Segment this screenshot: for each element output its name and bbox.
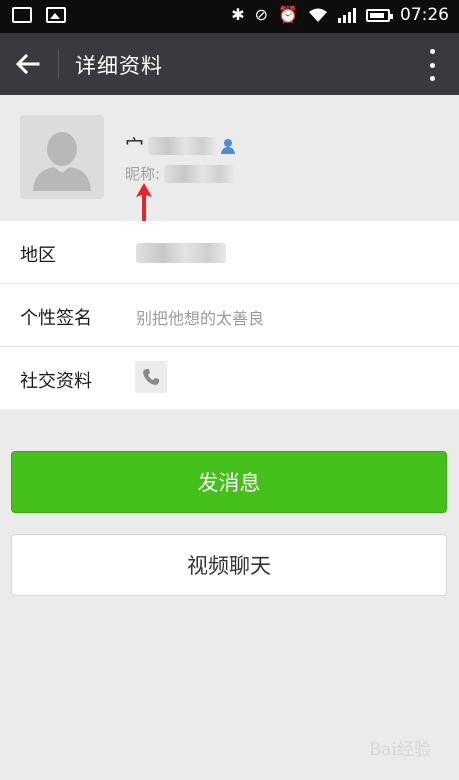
nickname-label: 昵称:: [125, 165, 161, 183]
name-blur: [148, 136, 217, 155]
list-item-signature: 个性签名 别把他想的太善良: [0, 284, 459, 347]
watermark: Bai经验: [368, 740, 431, 760]
signature-value: 别把他想的太善良: [136, 309, 265, 328]
alarm-icon: ⏰: [278, 5, 298, 24]
profile-header: 宀 昵称:: [0, 95, 459, 229]
info-list: 地区 个性签名 别把他想的太善良 社交资料: [0, 221, 459, 409]
social-label: 社交资料: [20, 371, 92, 392]
back-button[interactable]: [12, 47, 44, 81]
page-title: 详细资料: [75, 54, 163, 78]
avatar[interactable]: [20, 115, 104, 199]
more-button[interactable]: [427, 49, 437, 81]
region-label: 地区: [20, 245, 56, 266]
send-message-button[interactable]: 发消息: [11, 451, 447, 513]
list-item-region: 地区: [0, 221, 459, 284]
status-time: 07:26: [400, 5, 449, 25]
battery-icon: [366, 8, 393, 22]
user-placeholder-icon: [20, 115, 104, 199]
image-icon: [46, 7, 66, 23]
nickname: 昵称:: [125, 163, 235, 184]
bluetooth-icon: ✱: [231, 5, 245, 24]
list-item-social[interactable]: 社交资料: [0, 347, 459, 409]
video-chat-button[interactable]: 视频聊天: [11, 534, 447, 596]
phone-handset-icon: [143, 369, 159, 385]
region-value-blur: [136, 243, 226, 263]
app-bar: 详细资料: [0, 33, 459, 95]
display-name-text: 宀: [125, 136, 145, 158]
display-name: 宀: [125, 132, 236, 159]
signature-label: 个性签名: [20, 308, 92, 329]
notification-icon: [12, 7, 32, 23]
arrow-left-icon: [15, 53, 40, 75]
status-bar: ✱ ⊘ ⏰ 07:26: [0, 0, 459, 33]
signal-icon: [338, 7, 356, 23]
contact-person-icon: [221, 138, 236, 154]
wifi-icon: [309, 8, 327, 22]
more-vertical-icon: [429, 49, 435, 54]
phone-icon[interactable]: [135, 361, 167, 393]
mute-icon: ⊘: [254, 5, 269, 24]
app-bar-divider: [58, 49, 59, 79]
nickname-blur: [164, 164, 235, 183]
